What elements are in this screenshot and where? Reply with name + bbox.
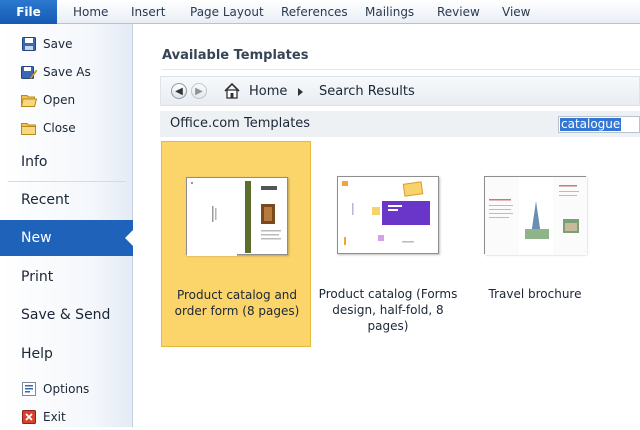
template-name: Product catalog (Forms design, half-fold… (318, 287, 458, 333)
options-command[interactable]: Options (0, 376, 133, 402)
tab-home[interactable]: Home (73, 0, 108, 24)
forward-arrow-icon: ▶ (195, 85, 203, 97)
exit-icon (21, 409, 37, 425)
save-command[interactable]: Save (0, 31, 133, 57)
save-as-label: Save As (43, 65, 91, 79)
close-folder-icon (21, 120, 37, 136)
exit-label: Exit (43, 410, 66, 424)
title-divider (162, 69, 640, 70)
tab-mailings[interactable]: Mailings (365, 0, 414, 24)
tab-view[interactable]: View (502, 0, 530, 24)
available-templates-pane: Available Templates ◀ ▶ Home Search Resu… (134, 24, 640, 427)
breadcrumb-separator-icon (298, 88, 303, 96)
options-label: Options (43, 382, 90, 396)
section-label: Office.com Templates (170, 116, 311, 131)
save-as-command[interactable]: Save As (0, 59, 133, 85)
template-thumbnail (484, 176, 587, 255)
close-command[interactable]: Close (0, 115, 133, 141)
nav-save-send[interactable]: Save & Send (0, 297, 133, 333)
office-templates-header: Office.com Templates catalogue (160, 111, 640, 137)
template-thumbnail (337, 176, 439, 254)
open-folder-icon (21, 92, 37, 108)
back-arrow-icon: ◀ (175, 85, 183, 97)
search-value: catalogue (560, 117, 622, 131)
ribbon-tab-strip: File Home Insert Page Layout References … (0, 0, 640, 24)
template-tile-travel-brochure[interactable]: Travel brochure (460, 141, 610, 347)
template-tile-product-catalog-order-form[interactable]: Product catalog and order form (8 pages) (161, 141, 311, 347)
page-title: Available Templates (162, 48, 309, 63)
template-name: Product catalog and order form (8 pages) (174, 288, 300, 318)
tab-page-layout[interactable]: Page Layout (190, 0, 264, 24)
tab-insert[interactable]: Insert (131, 0, 165, 24)
template-tile-product-catalog-forms[interactable]: Product catalog (Forms design, half-fold… (313, 141, 463, 347)
tab-references[interactable]: References (281, 0, 348, 24)
exit-command[interactable]: Exit (0, 404, 133, 430)
save-as-icon (21, 64, 37, 80)
backstage-menu: Save Save As Open Close Info Recent New … (0, 24, 134, 430)
open-label: Open (43, 93, 76, 107)
nav-info[interactable]: Info (0, 144, 133, 180)
nav-help[interactable]: Help (0, 336, 133, 372)
nav-print[interactable]: Print (0, 259, 133, 295)
tab-review[interactable]: Review (437, 0, 480, 24)
template-name: Travel brochure (488, 287, 582, 301)
home-icon[interactable] (223, 82, 241, 100)
nav-new[interactable]: New (0, 220, 134, 256)
back-button[interactable]: ◀ (171, 83, 187, 99)
options-icon (21, 381, 37, 397)
close-label: Close (43, 121, 76, 135)
template-thumbnail (186, 177, 288, 256)
breadcrumb-home[interactable]: Home (249, 84, 287, 99)
forward-button[interactable]: ▶ (191, 83, 207, 99)
breadcrumb-current: Search Results (319, 84, 415, 99)
nav-recent[interactable]: Recent (0, 182, 133, 218)
open-command[interactable]: Open (0, 87, 133, 113)
search-input[interactable]: catalogue (558, 116, 640, 133)
save-icon (21, 36, 37, 52)
save-label: Save (43, 37, 73, 51)
template-navigation-bar: ◀ ▶ Home Search Results (160, 76, 640, 106)
tab-file[interactable]: File (0, 0, 57, 24)
